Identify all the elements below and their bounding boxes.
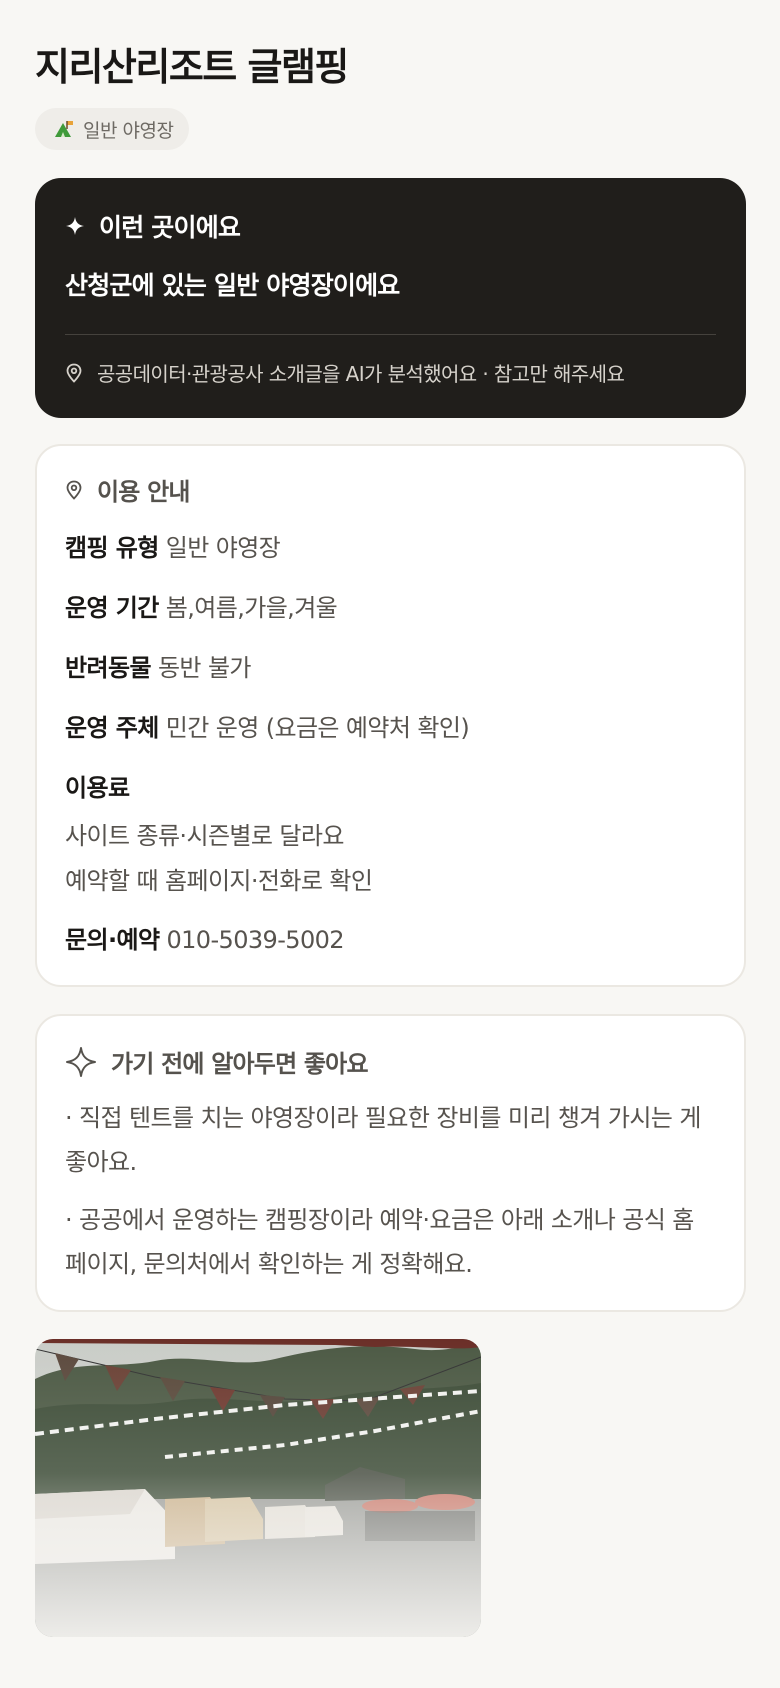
info-row-key: 캠핑 유형 [65, 534, 159, 562]
campsite-detail-page: 지리산리조트 글램핑 일반 야영장 이런 곳이에요 산청군에 있는 일반 야영장… [0, 0, 780, 1688]
tip-item: · 직접 텐트를 치는 야영장이라 필요한 장비를 미리 챙겨 가시는 게 좋아… [65, 1104, 701, 1176]
ai-summary-heading: 이런 곳이에요 [65, 208, 241, 244]
tips-card: 가기 전에 알아두면 좋아요 · 직접 텐트를 치는 야영장이라 필요한 장비를… [35, 1014, 746, 1312]
tips-heading: 가기 전에 알아두면 좋아요 [65, 1044, 369, 1079]
page-title: 지리산리조트 글램핑 [35, 45, 349, 89]
category-chip-label: 일반 야영장 [83, 119, 174, 142]
info-row-pets: 반려동물 동반 불가 [65, 648, 252, 683]
campsite-photo[interactable] [35, 1339, 481, 1637]
ai-disclaimer: 공공데이터·관광공사 소개글을 AI가 분석했어요 · 참고만 해주세요 [65, 358, 625, 387]
info-row-key: 문의·예약 [65, 926, 160, 954]
usage-info-heading: 이용 안내 [65, 472, 190, 507]
ai-summary-text: 산청군에 있는 일반 야영장이에요 [65, 271, 400, 300]
info-row-key: 반려동물 [65, 654, 152, 682]
usage-info-card: 이용 안내 캠핑 유형 일반 야영장 운영 기간 봄,여름,가을,겨울 반려동물… [35, 444, 746, 987]
fee-description: 사이트 종류·시즌별로 달라요 예약할 때 홈페이지·전화로 확인 [65, 814, 373, 904]
info-row-operating-season: 운영 기간 봄,여름,가을,겨울 [65, 588, 338, 623]
location-pin-icon [65, 480, 83, 500]
camping-tent-icon [53, 119, 75, 139]
info-row-value: 동반 불가 [157, 654, 252, 682]
info-row-key: 운영 기간 [65, 594, 159, 622]
info-row-fee: 이용료 [65, 768, 130, 803]
info-row-key: 이용료 [65, 774, 130, 802]
fee-line: 예약할 때 홈페이지·전화로 확인 [65, 867, 373, 895]
ai-disclaimer-text: 공공데이터·관광공사 소개글을 AI가 분석했어요 · 참고만 해주세요 [97, 362, 625, 386]
location-pin-icon [65, 363, 83, 383]
ai-summary-card: 이런 곳이에요 산청군에 있는 일반 야영장이에요 공공데이터·관광공사 소개글… [35, 178, 746, 418]
divider [65, 334, 716, 335]
info-row-camping-type: 캠핑 유형 일반 야영장 [65, 528, 281, 563]
usage-info-heading-label: 이용 안내 [97, 478, 190, 506]
fee-line: 사이트 종류·시즌별로 달라요 [65, 822, 344, 850]
sparkle-icon [65, 216, 85, 236]
ai-summary-heading-label: 이런 곳이에요 [99, 213, 241, 242]
info-row-key: 운영 주체 [65, 714, 159, 742]
info-row-operator: 운영 주체 민간 운영 (요금은 예약처 확인) [65, 708, 470, 743]
info-row-value: 일반 야영장 [165, 534, 281, 562]
info-row-contact: 문의·예약 010-5039-5002 [65, 920, 345, 955]
tips-heading-label: 가기 전에 알아두면 좋아요 [111, 1050, 369, 1078]
contact-phone-link[interactable]: 010-5039-5002 [166, 926, 344, 954]
sparkle-outline-icon [65, 1046, 97, 1078]
info-row-value: 민간 운영 (요금은 예약처 확인) [165, 714, 470, 742]
info-row-value: 봄,여름,가을,겨울 [165, 594, 338, 622]
tip-item: · 공공에서 운영하는 캠핑장이라 예약·요금은 아래 소개나 공식 홈페이지,… [65, 1206, 694, 1278]
category-chip[interactable]: 일반 야영장 [35, 108, 190, 150]
